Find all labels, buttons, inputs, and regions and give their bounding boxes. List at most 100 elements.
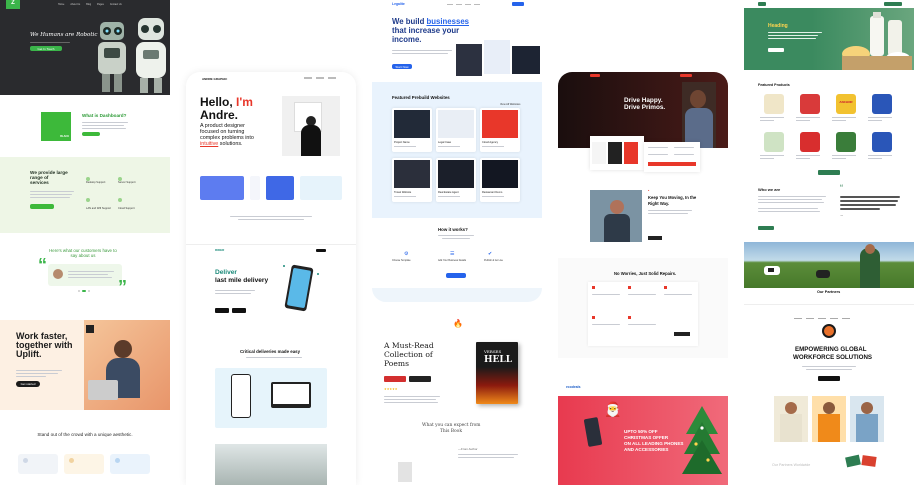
heading-text: that increase your (392, 26, 460, 35)
header-button[interactable] (512, 2, 524, 6)
feature-card (18, 454, 58, 474)
site-thumb (438, 110, 474, 138)
signature: ~ (840, 213, 844, 218)
dairy-products-illustration (842, 12, 912, 70)
view-all-button[interactable] (674, 332, 690, 336)
product-card[interactable] (830, 130, 862, 164)
nav-item[interactable]: Home (58, 3, 64, 6)
contact-button[interactable] (818, 376, 840, 381)
book-heading: A Must-Read (384, 341, 434, 350)
heading-accent: businesses (426, 17, 469, 26)
phone-mockup (283, 264, 319, 312)
site-title: Cloud Agency (482, 141, 499, 144)
start-now-button[interactable]: Start Now (392, 64, 412, 69)
christmas-tree-icon (682, 406, 722, 474)
hero-nav: Home About Us Blog Pages Contact Us (58, 3, 122, 6)
shop-logo[interactable]: ecodeals (566, 385, 581, 390)
project-thumb[interactable] (300, 176, 342, 200)
who-heading: Who we are (758, 187, 781, 192)
product-card[interactable] (866, 130, 898, 164)
product-card[interactable] (794, 92, 826, 126)
how-step: Choose Template (392, 259, 411, 262)
site-card[interactable]: Restaurant Demo (480, 158, 520, 202)
promo-line: AND ACCESSORIES (624, 447, 669, 452)
template-card-robotics[interactable]: Z Home About Us Blog Pages Contact Us We… (0, 0, 170, 485)
nav-item[interactable]: Pages (97, 3, 104, 6)
site-title: Real Estate Agent (438, 191, 459, 194)
project-thumb[interactable] (200, 176, 244, 200)
partners-heading: Our Partners (817, 290, 841, 294)
worker-photo (774, 396, 808, 442)
product-card[interactable] (794, 130, 826, 164)
workforce-logo (822, 324, 836, 338)
services-heading: We provide large range of services (30, 170, 68, 186)
project-thumb[interactable] (266, 176, 294, 200)
view-all-products-button[interactable] (818, 170, 840, 175)
legalite-logo[interactable]: Legalite (392, 2, 405, 7)
product-image (872, 94, 892, 114)
site-card[interactable]: Legal Case (436, 108, 476, 152)
services-section: We provide large range of services Deskt… (0, 157, 170, 233)
template-card-dairy[interactable]: Heading Featured Products ANCHOR Who we … (744, 0, 914, 485)
template-card-primos[interactable]: Drive Happy. Drive Primos. ● Keep You Mo… (558, 72, 728, 485)
how-button[interactable] (446, 273, 466, 278)
get-started-button[interactable]: Get started (16, 381, 40, 387)
site-card[interactable]: Cloud Agency (480, 108, 520, 152)
workforce-heading: EMPOWERING GLOBAL (795, 346, 867, 353)
badge-label: BLACK (60, 135, 69, 139)
get-in-touch-button[interactable]: Get In Touch (30, 46, 62, 51)
feature-card (110, 454, 150, 474)
how-section: How it works? ⚙ ☰ ✔ Choose Template Add … (372, 218, 542, 288)
mockup-thumb (484, 40, 510, 74)
dairy-logo[interactable] (758, 2, 766, 6)
template-card-legalite[interactable]: Legalite We build businesses that increa… (372, 0, 542, 485)
hero-heading: We Humans are Robotic (30, 32, 98, 38)
site-card[interactable]: Project Name (392, 108, 432, 152)
read-button[interactable] (409, 376, 431, 382)
header-button[interactable] (884, 2, 902, 6)
google-play-button[interactable] (232, 308, 246, 313)
intro-accent: intuitive (200, 141, 219, 147)
uplift-hero: Work faster, together with Uplift. Get s… (0, 320, 170, 410)
nav-item[interactable]: Contact Us (110, 3, 122, 6)
dashboard-badge: BLACK (41, 112, 71, 141)
site-logo[interactable]: Z (6, 0, 20, 9)
legalite-hero: Legalite We build businesses that increa… (372, 0, 542, 80)
template-card-portfolio[interactable]: ANDRE GRAPHIC Hello, I'm Andre. A produc… (186, 72, 356, 485)
template-icon: ⚙ (404, 251, 409, 257)
delivery-logo[interactable]: RIDER (215, 248, 224, 252)
view-all-link[interactable]: View All Websites (500, 103, 520, 107)
service-item: Server Support (118, 181, 136, 184)
product-card[interactable] (866, 92, 898, 126)
primos-logo[interactable] (590, 74, 600, 77)
buy-button[interactable] (384, 376, 406, 382)
portfolio-logo[interactable]: ANDRE GRAPHIC (202, 77, 227, 81)
product-card[interactable] (758, 92, 790, 126)
person-photo (84, 320, 170, 410)
product-card[interactable]: ANCHOR (830, 92, 862, 126)
feature-card (64, 454, 104, 474)
quote-open-icon: “ (38, 255, 47, 275)
learn-more-button[interactable] (758, 226, 774, 230)
read-more-button[interactable] (648, 236, 662, 240)
site-card[interactable]: Travel Website (392, 158, 432, 202)
hello-text: Hello, (200, 95, 233, 109)
carousel-dots[interactable] (78, 290, 90, 292)
book-button[interactable] (648, 162, 696, 166)
shop-now-button[interactable] (768, 48, 784, 52)
testimonial-card (48, 264, 122, 286)
repairs-section: No Worries, Just Solid Repairs. (558, 258, 728, 358)
delivery-heading: Deliver (215, 269, 237, 276)
nav-button[interactable] (316, 249, 326, 252)
intro-end: solutions. (219, 141, 243, 147)
nav-item[interactable]: About Us (70, 3, 80, 6)
product-card[interactable] (758, 130, 790, 164)
app-store-button[interactable] (215, 308, 229, 313)
header-button[interactable] (680, 74, 692, 77)
testimonial-section: Here's what our customers have to say ab… (0, 233, 170, 320)
site-card[interactable]: Real Estate Agent (436, 158, 476, 202)
robot-illustration (98, 18, 166, 93)
im-text: I'm (236, 95, 253, 109)
christmas-banner: 🎅 UPTO 50% OFF CHRISTMAS OFFER ON ALL LE… (558, 396, 728, 485)
nav-item[interactable]: Blog (86, 3, 91, 6)
